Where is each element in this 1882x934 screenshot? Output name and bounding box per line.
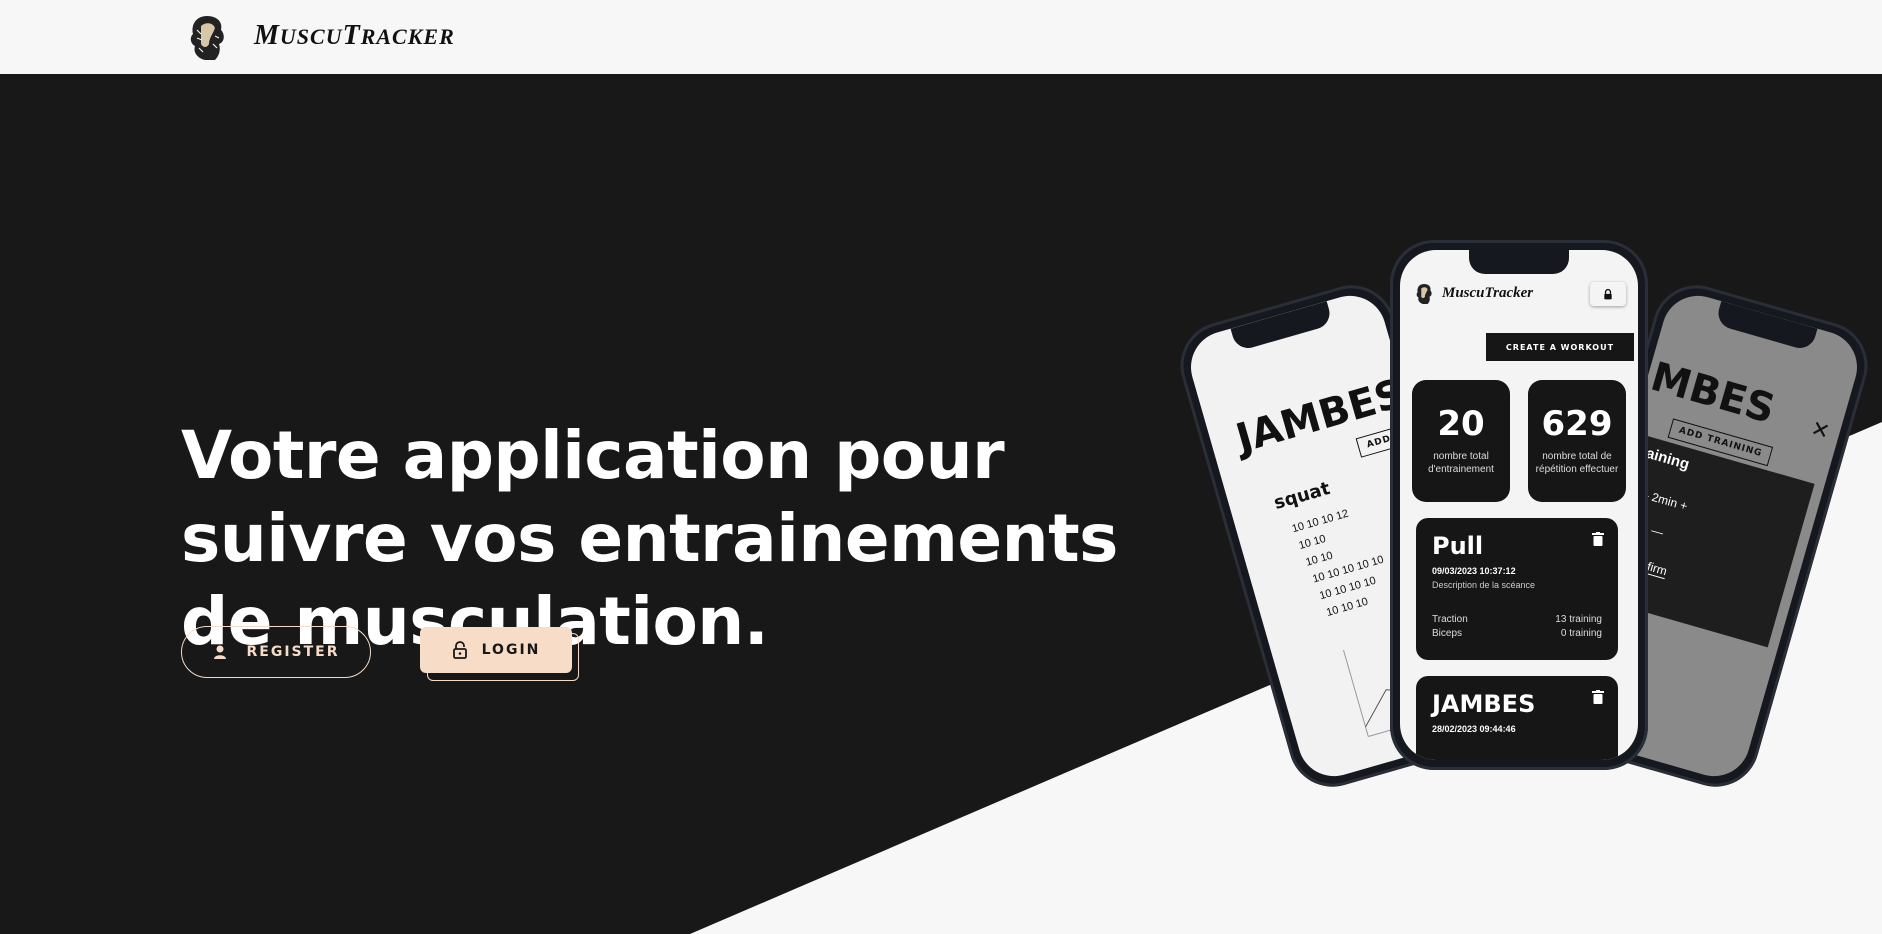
phone-mockup-center: MuscuTracker CREATE A WORKOUT 20 nombre … (1390, 240, 1648, 770)
workout-card[interactable]: Pull 09/03/2023 10:37:12 Description de … (1416, 518, 1618, 660)
exercise-count: 0 training (1560, 628, 1602, 639)
reps-row: 10 10 (1297, 532, 1328, 552)
workout-card[interactable]: JAMBES 28/02/2023 09:44:46 (1416, 676, 1618, 760)
login-button[interactable]: LOGIN (420, 627, 572, 673)
trash-icon[interactable] (1592, 690, 1604, 704)
app-brand: MuscuTracker (1442, 285, 1534, 301)
login-label: LOGIN (481, 642, 541, 658)
reps-row: 10 10 (1304, 549, 1335, 569)
workout-title: JAMBES (1432, 690, 1536, 718)
register-label: REGISTER (246, 644, 340, 660)
workout-description: Description de la scéance (1432, 580, 1536, 590)
workout-date: 09/03/2023 10:37:12 (1432, 566, 1516, 576)
workout-heading: MBES (1645, 353, 1780, 433)
exercise-name: Traction (1432, 614, 1468, 625)
lock-icon (1604, 288, 1612, 299)
stat-card-trainings: 20 nombre total d'entrainement (1412, 380, 1510, 502)
lock-icon (452, 641, 467, 659)
plus-icon[interactable]: + (1678, 498, 1689, 513)
brand-name[interactable]: MUSCUTRACKER (254, 20, 455, 52)
close-icon[interactable]: ✕ (1808, 415, 1833, 445)
create-workout-button[interactable]: CREATE A WORKOUT (1486, 333, 1634, 361)
workout-date: 28/02/2023 09:44:46 (1432, 724, 1516, 734)
stat-label: nombre total de répétition effectuer (1535, 451, 1619, 475)
exercise-row: Traction 13 training (1432, 614, 1602, 625)
exercise-count: 13 training (1555, 614, 1602, 625)
stat-card-reps: 629 nombre total de répétition effectuer (1528, 380, 1626, 502)
app-lock-button[interactable] (1590, 282, 1626, 306)
logo-head-icon[interactable] (1414, 282, 1434, 306)
app-header: MuscuTracker (1400, 276, 1638, 316)
logo-head-icon[interactable] (185, 12, 229, 64)
stat-value: 20 (1437, 404, 1485, 444)
register-button[interactable]: REGISTER (181, 626, 371, 678)
exercise-row: Biceps 0 training (1432, 628, 1602, 639)
user-icon (214, 645, 227, 659)
phone-center-screen: MuscuTracker CREATE A WORKOUT 20 nombre … (1400, 250, 1638, 760)
reps-row: 10 10 10 12 (1290, 507, 1350, 536)
timer-value: 2min (1650, 489, 1680, 511)
phone-notch (1469, 250, 1569, 274)
stat-label: nombre total d'entrainement (1428, 451, 1494, 475)
stat-value: 629 (1541, 404, 1613, 444)
trash-icon[interactable] (1592, 532, 1604, 546)
exercise-name: squat (1271, 478, 1333, 514)
exercise-name: Biceps (1432, 628, 1463, 639)
workout-title: Pull (1432, 532, 1484, 560)
top-header: MUSCUTRACKER (0, 0, 1882, 74)
